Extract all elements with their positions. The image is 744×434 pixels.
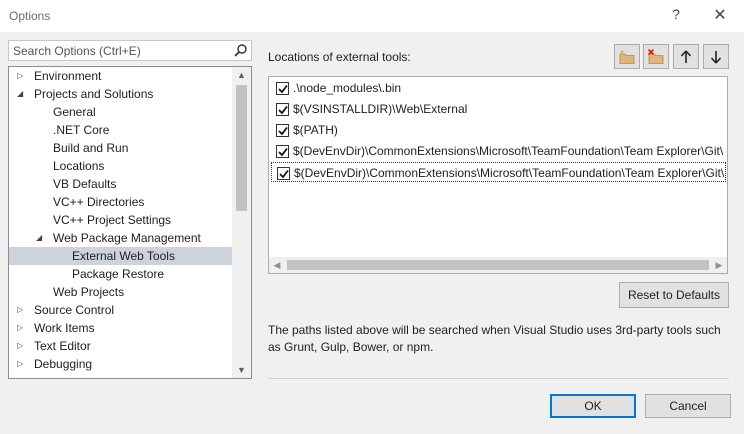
scroll-right-icon[interactable]: ▶ [711,257,727,273]
move-up-button[interactable] [673,44,699,69]
tree-item-label: Projects and Solutions [34,87,154,101]
checkmark-icon [279,169,289,179]
path-checkbox[interactable] [276,82,289,95]
expand-arrow-icon[interactable]: ▷ [17,67,27,85]
tree-item[interactable]: Build and Run [9,139,232,157]
help-button[interactable]: ? [668,6,684,26]
title-bar: Options ? ✕ [0,0,744,32]
reset-to-defaults-button[interactable]: Reset to Defaults [619,282,729,308]
expand-arrow-icon[interactable]: ▷ [17,319,27,337]
tree-item-label: Package Restore [72,267,165,281]
tree-item-label: Locations [53,159,105,173]
options-tree: ▷ Environment ◢ Projects and Solutions Gener… [8,66,252,379]
expand-arrow-icon[interactable]: ▷ [17,337,27,355]
collapse-arrow-icon[interactable]: ◢ [17,85,27,103]
tree-item-label: Web Package Management [53,231,201,245]
tree-item-label: Debugging [34,357,93,371]
tree-item[interactable]: ▷ Text Editor [9,337,232,355]
path-row[interactable]: $(PATH) [271,120,726,140]
arrow-down-icon [710,50,722,64]
arrow-up-icon [680,49,692,64]
tree-item-label: VC++ Project Settings [53,213,172,227]
paths-list: .\node_modules\.bin $(VSINSTALLDIR)\Web\E… [268,76,728,274]
close-button[interactable]: ✕ [708,5,732,27]
tree-item[interactable]: ◢ Projects and Solutions [9,85,232,103]
path-row[interactable]: .\node_modules\.bin [271,78,726,98]
scroll-thumb[interactable] [287,260,709,270]
tree-item[interactable]: VC++ Directories [9,193,232,211]
scroll-left-icon[interactable]: ◀ [269,257,285,273]
tree-item-label: Environment [34,69,102,83]
tree-item-label: Source Control [34,303,115,317]
tree-item[interactable]: Locations [9,157,232,175]
tree-item[interactable]: ◢ Web Package Management [9,229,232,247]
tree-item[interactable]: General [9,103,232,121]
tree-item[interactable]: External Web Tools [9,247,232,265]
checkmark-icon [278,84,288,94]
path-text: $(DevEnvDir)\CommonExtensions\Microsoft\… [293,144,724,158]
tree-item-label: VB Defaults [53,177,117,191]
tree-vertical-scrollbar[interactable]: ▲ ▼ [232,67,251,378]
tree-item[interactable]: VC++ Project Settings [9,211,232,229]
checkmark-icon [278,126,288,136]
path-checkbox[interactable] [276,145,289,158]
checkmark-icon [278,147,288,157]
search-box [8,40,252,61]
expand-arrow-icon[interactable]: ▷ [17,301,27,319]
remove-folder-icon [647,48,665,65]
path-row[interactable]: $(VSINSTALLDIR)\Web\External [271,99,726,119]
scroll-down-icon[interactable]: ▼ [232,362,251,378]
tree-item[interactable]: .NET Core [9,121,232,139]
tree-item[interactable]: ▷ Source Control [9,301,232,319]
divider [268,378,729,379]
window-title: Options [9,9,51,23]
move-down-button[interactable] [703,44,729,69]
description-text: The paths listed above will be searched … [268,323,721,354]
remove-path-button[interactable] [643,44,669,69]
path-row[interactable]: $(DevEnvDir)\CommonExtensions\Microsoft\… [271,141,726,161]
path-text: $(DevEnvDir)\CommonExtensions\Microsoft\… [294,166,725,180]
collapse-arrow-icon[interactable]: ◢ [36,229,46,247]
cancel-button[interactable]: Cancel [645,394,731,418]
tree-item[interactable]: ▷ Debugging [9,355,232,373]
scroll-thumb[interactable] [236,85,247,211]
search-icon[interactable] [233,43,248,58]
path-text: $(VSINSTALLDIR)\Web\External [293,102,468,116]
path-row[interactable]: $(DevEnvDir)\CommonExtensions\Microsoft\… [271,162,726,182]
paths-horizontal-scrollbar[interactable]: ◀ ▶ [269,257,727,273]
path-checkbox[interactable] [277,167,290,180]
expand-arrow-icon[interactable]: ▷ [17,355,27,373]
tree-item[interactable]: ▷ Work Items [9,319,232,337]
tree-item[interactable]: ▷ Environment [9,67,232,85]
tree-item-label: Work Items [34,321,95,335]
path-text: .\node_modules\.bin [293,81,402,95]
ok-button[interactable]: OK [550,394,636,418]
tree-item[interactable]: Package Restore [9,265,232,283]
tree-item[interactable]: VB Defaults [9,175,232,193]
tree-item-label: Text Editor [34,339,91,353]
path-checkbox[interactable] [276,124,289,137]
checkmark-icon [278,105,288,115]
tree-item-label: VC++ Directories [53,195,145,209]
tree-item-label: External Web Tools [72,249,175,263]
scroll-up-icon[interactable]: ▲ [232,67,251,83]
tree-item-label: .NET Core [53,123,110,137]
tree-item-label: Web Projects [53,285,125,299]
add-folder-icon [618,49,636,65]
path-checkbox[interactable] [276,103,289,116]
path-text: $(PATH) [293,123,338,137]
locations-label: Locations of external tools: [268,50,411,64]
tree-item-label: Build and Run [53,141,129,155]
search-input[interactable] [9,41,229,60]
tree-item-label: General [53,105,96,119]
tree-item[interactable]: Web Projects [9,283,232,301]
add-path-button[interactable] [614,44,640,69]
